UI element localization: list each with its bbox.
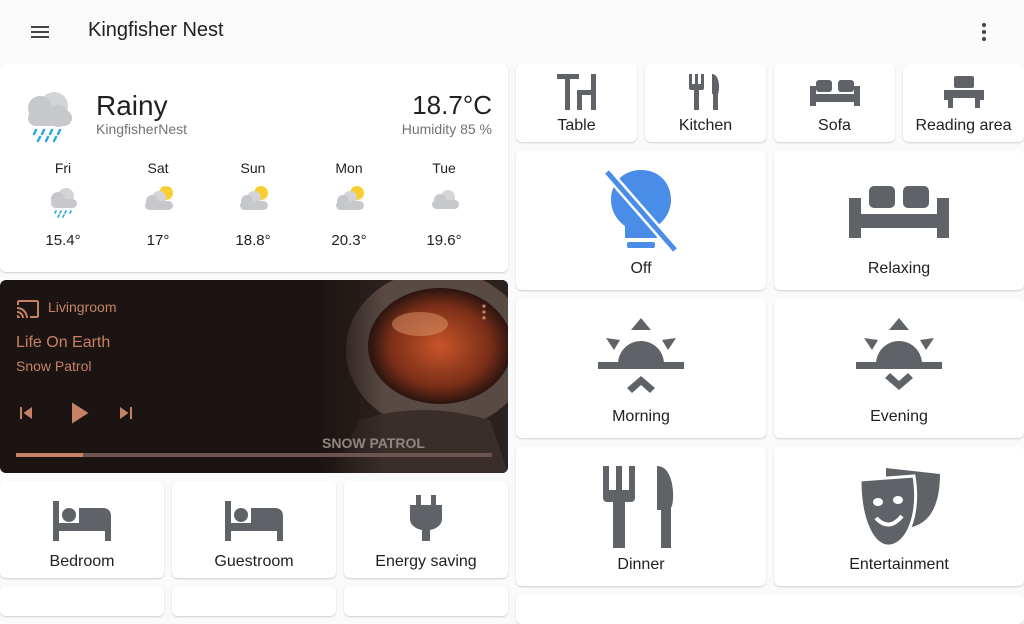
table-furniture-icon <box>556 74 596 110</box>
tile-label: Energy saving <box>375 553 477 570</box>
forecast-temp: 15.4° <box>45 232 81 249</box>
forecast-day: Mon 20.3° <box>314 160 384 249</box>
rainy-weather-icon <box>28 92 72 143</box>
skip-previous-icon <box>20 407 32 419</box>
forecast-day: Sun 18.8° <box>218 160 288 249</box>
media-source: Livingroom <box>48 299 117 315</box>
scene-tile-kitchen[interactable]: Kitchen <box>645 64 766 142</box>
tile-label: Sofa <box>818 117 851 134</box>
forecast-temp: 19.6° <box>426 232 462 249</box>
forecast-day-label: Tue <box>432 160 456 176</box>
cast-icon <box>17 300 39 318</box>
sunset-icon <box>856 318 942 390</box>
next-track-button[interactable] <box>112 399 140 427</box>
sofa-icon <box>849 186 949 238</box>
forecast-day: Sat 17° <box>123 160 193 249</box>
media-artist: Snow Patrol <box>16 358 92 374</box>
forecast-day: Fri 15.4° <box>28 160 98 249</box>
scene-tile-reading-area[interactable]: Reading area <box>903 64 1024 142</box>
power-plug-icon <box>410 495 442 541</box>
partial-card[interactable] <box>0 586 164 616</box>
sunrise-icon <box>598 318 684 393</box>
more-options-button[interactable] <box>964 12 1004 52</box>
forecast-day-label: Fri <box>54 160 72 176</box>
play-button[interactable] <box>58 393 98 433</box>
album-art-text: SNOW PATROL <box>322 435 425 451</box>
scene-tile-relaxing[interactable]: Relaxing <box>774 150 1024 290</box>
weather-humidity: Humidity 85 % <box>401 121 492 137</box>
cloudy-icon <box>432 190 459 209</box>
sofa-icon <box>809 80 860 106</box>
forecast-day-label: Sun <box>240 160 266 176</box>
more-vert-icon <box>982 23 986 41</box>
scene-tile-guestroom[interactable]: Guestroom <box>172 481 336 578</box>
partial-card[interactable] <box>172 586 336 616</box>
app-title: Kingfisher Nest <box>88 19 224 41</box>
forecast-temp: 20.3° <box>331 232 367 249</box>
scene-tile-table[interactable]: Table <box>516 64 637 142</box>
scene-tile-sofa[interactable]: Sofa <box>774 64 895 142</box>
scene-tile-energy-saving[interactable]: Energy saving <box>344 481 508 578</box>
partly-cloudy-icon <box>336 186 364 210</box>
bed-icon <box>225 501 283 541</box>
forecast-day: Tue 19.6° <box>409 160 479 249</box>
partly-cloudy-icon <box>145 186 173 210</box>
weather-location: KingfisherNest <box>96 121 188 137</box>
tile-label: Bedroom <box>49 553 115 570</box>
tile-label: Entertainment <box>849 556 949 573</box>
media-progress-bar[interactable] <box>16 453 492 457</box>
light-tile-off[interactable]: Off <box>516 150 766 290</box>
partial-card[interactable] <box>516 594 1024 624</box>
tile-label: Guestroom <box>214 553 294 570</box>
lightbulb-off-icon <box>603 168 679 254</box>
drama-masks-icon <box>858 468 940 548</box>
tile-label: Relaxing <box>867 260 931 277</box>
menu-button[interactable] <box>20 12 60 52</box>
media-title: Life On Earth <box>16 334 111 351</box>
armchair-icon <box>943 76 984 108</box>
media-more-button[interactable] <box>472 300 496 324</box>
app-bar: Kingfisher Nest <box>0 0 1024 64</box>
scene-tile-dinner[interactable]: Dinner <box>516 446 766 586</box>
tile-label: Morning <box>612 408 670 425</box>
scene-tile-bedroom[interactable]: Bedroom <box>0 481 164 578</box>
forecast-day-label: Mon <box>335 160 363 176</box>
tile-label: Dinner <box>617 556 665 573</box>
rainy-icon <box>51 188 77 218</box>
scene-tile-evening[interactable]: Evening <box>774 298 1024 438</box>
kitchen-fork-knife-icon <box>688 74 719 110</box>
tile-label: Kitchen <box>678 117 733 134</box>
weather-temperature: 18.7°C <box>412 90 492 120</box>
forecast-temp: 18.8° <box>235 232 271 249</box>
weather-condition: Rainy <box>96 90 168 121</box>
media-progress-fill <box>16 453 83 457</box>
fork-knife-icon <box>603 466 674 548</box>
skip-next-icon <box>120 407 132 419</box>
forecast-temp: 17° <box>146 232 170 249</box>
tile-label: Evening <box>870 408 928 425</box>
more-vert-icon <box>482 304 486 320</box>
tile-label: Reading area <box>915 117 1012 134</box>
partly-cloudy-icon <box>240 186 268 210</box>
hamburger-menu-icon <box>31 26 49 38</box>
scene-tile-morning[interactable]: Morning <box>516 298 766 438</box>
previous-track-button[interactable] <box>12 399 40 427</box>
scene-tile-entertainment[interactable]: Entertainment <box>774 446 1024 586</box>
play-icon <box>72 402 89 424</box>
bed-icon <box>53 501 111 541</box>
partial-card[interactable] <box>344 586 508 616</box>
forecast-day-label: Sat <box>147 160 169 176</box>
tile-label: Table <box>557 117 596 134</box>
tile-label: Off <box>630 260 652 277</box>
